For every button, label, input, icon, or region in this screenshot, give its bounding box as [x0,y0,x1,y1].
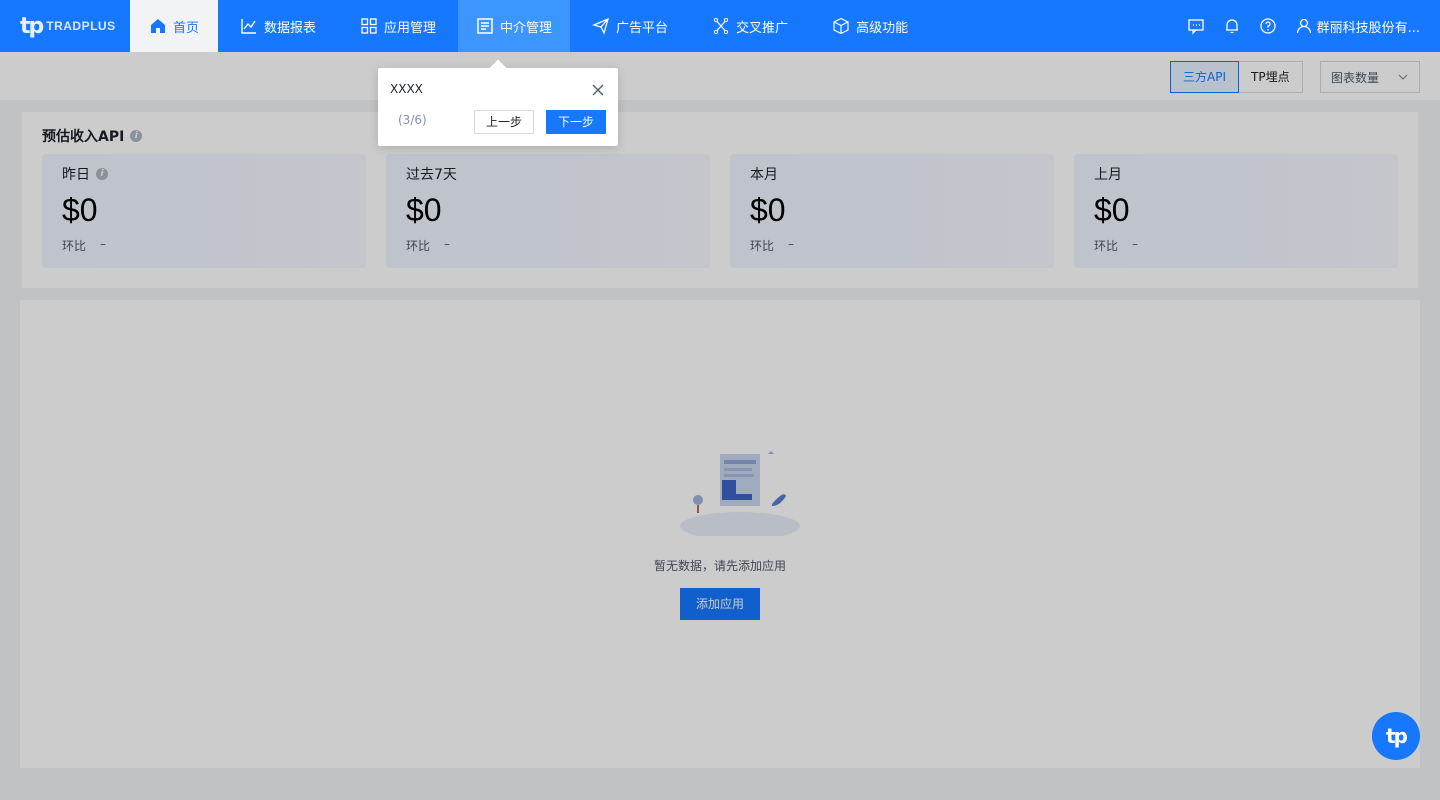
nav-item-label: 数据报表 [264,20,317,36]
bell-icon[interactable] [1223,17,1241,35]
close-icon[interactable] [590,82,606,98]
network-icon [713,17,729,35]
nav-item-label: 中介管理 [500,20,553,36]
guide-popover: XXXX (3/6) 上一步 下一步 [378,59,618,146]
logo-wordmark: TRADPLUS [46,19,116,33]
brand-logo[interactable]: tp TRADPLUS [0,0,130,52]
previous-step-button[interactable]: 上一步 [474,110,534,134]
nav-item-label: 首页 [172,20,199,36]
top-nav-bar: tp TRADPLUS 首页 数据报表 应用管理 中介管理 广告平台 交叉推广 [0,0,1440,52]
chart-line-icon [241,19,256,34]
nav-item-cross-promo[interactable]: 交叉推广 [690,0,810,52]
help-icon[interactable] [1259,17,1277,35]
home-icon [150,19,165,33]
nav-item-home[interactable]: 首页 [130,0,218,52]
top-right-actions: 群丽科技股份有... [1187,0,1440,52]
nav-item-advanced[interactable]: 高级功能 [810,0,930,52]
main-nav: 首页 数据报表 应用管理 中介管理 广告平台 交叉推广 高级功能 [130,0,930,52]
nav-item-label: 高级功能 [856,20,909,36]
grid-icon [361,18,377,34]
user-menu[interactable]: 群丽科技股份有... [1295,17,1420,36]
guide-overlay-mask[interactable] [0,52,1440,800]
guide-step-counter: (3/6) [398,113,427,127]
user-icon [1296,18,1311,34]
nav-item-label: 广告平台 [616,20,669,36]
floating-support-button[interactable]: tp [1372,712,1420,760]
nav-item-ad-platform[interactable]: 广告平台 [570,0,690,52]
message-icon[interactable] [1187,17,1205,35]
nav-item-apps[interactable]: 应用管理 [338,0,458,52]
nav-item-label: 交叉推广 [736,20,789,36]
send-icon [592,17,610,35]
document-list-icon [477,18,493,34]
cube-icon [833,17,849,35]
nav-item-label: 应用管理 [384,20,437,36]
guide-title: XXXX [390,82,423,96]
next-step-button[interactable]: 下一步 [546,110,606,134]
user-name: 群丽科技股份有... [1316,20,1420,36]
logo-mark: tp [20,13,44,39]
nav-item-reports[interactable]: 数据报表 [218,0,338,52]
nav-item-mediation[interactable]: 中介管理 [458,0,571,52]
